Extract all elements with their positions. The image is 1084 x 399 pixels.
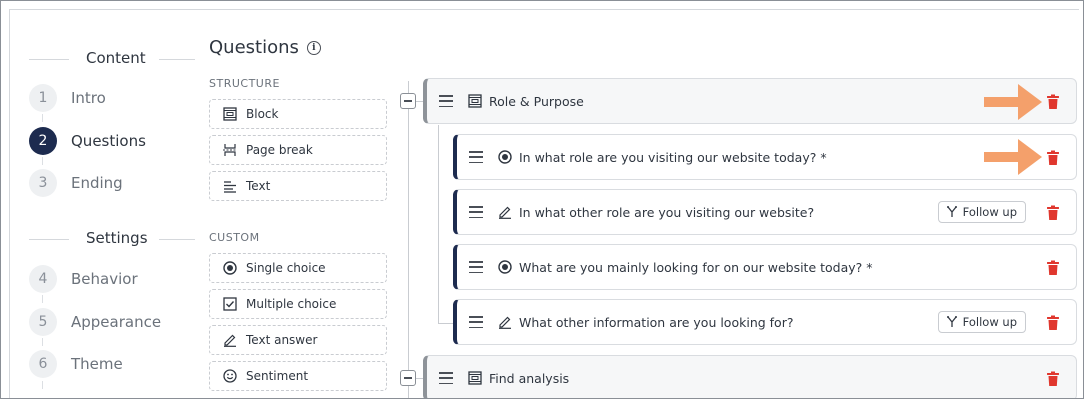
step-label: Theme — [71, 355, 123, 373]
trash-icon[interactable] — [1046, 94, 1060, 110]
step-connector — [42, 157, 43, 165]
block-icon — [222, 106, 238, 122]
drag-handle-icon[interactable] — [469, 206, 483, 218]
step-label: Appearance — [71, 313, 162, 331]
question-row[interactable]: What other information are you looking f… — [453, 299, 1077, 345]
step-number: 2 — [29, 127, 57, 155]
step-number: 3 — [29, 169, 57, 197]
palette-item-label: Multiple choice — [246, 297, 337, 311]
settings-section-heading: Settings — [29, 229, 195, 249]
palette-text[interactable]: Text — [209, 171, 387, 201]
palette-item-label: Text answer — [246, 333, 318, 347]
tree-line-vertical — [408, 81, 409, 398]
checkbox-icon — [222, 296, 238, 312]
drag-handle-icon[interactable] — [469, 261, 483, 273]
step-intro[interactable]: 1 Intro — [29, 84, 106, 112]
drag-handle-icon[interactable] — [439, 95, 453, 107]
drag-handle-icon[interactable] — [469, 151, 483, 163]
palette-item-label: Single choice — [246, 261, 326, 275]
palette-page-break[interactable]: Page break — [209, 135, 387, 165]
drag-handle-icon[interactable] — [469, 316, 483, 328]
pencil-icon — [497, 314, 513, 330]
branch-icon — [946, 206, 957, 218]
step-label: Intro — [71, 89, 106, 107]
follow-up-label: Follow up — [962, 205, 1017, 219]
branch-icon — [946, 316, 957, 328]
step-label: Behavior — [71, 270, 138, 288]
follow-up-button[interactable]: Follow up — [937, 201, 1026, 223]
collapse-toggle[interactable] — [400, 370, 416, 386]
trash-icon[interactable] — [1046, 150, 1060, 166]
radio-icon — [497, 259, 513, 275]
text-lines-icon — [222, 178, 238, 194]
trash-icon[interactable] — [1046, 205, 1060, 221]
page-title: Questions i — [209, 37, 321, 58]
smiley-icon — [222, 368, 238, 384]
question-title: In what role are you visiting our websit… — [519, 149, 827, 165]
app-window: Content 1 Intro 2 Questions 3 Ending Set… — [0, 0, 1084, 399]
step-number: 6 — [29, 350, 57, 378]
palette-multiple-choice[interactable]: Multiple choice — [209, 289, 387, 319]
palette-item-label: Text — [246, 179, 271, 193]
step-connector — [42, 114, 43, 122]
step-number: 5 — [29, 308, 57, 336]
question-row[interactable]: In what role are you visiting our websit… — [453, 134, 1077, 180]
palette-item-label: Sentiment — [246, 369, 309, 383]
content-section-heading: Content — [29, 49, 195, 69]
drag-handle-icon[interactable] — [439, 372, 453, 384]
palette-single-choice[interactable]: Single choice — [209, 253, 387, 283]
trash-icon[interactable] — [1046, 260, 1060, 276]
question-title: What are you mainly looking for on our w… — [519, 259, 873, 275]
tree-line-child-vertical — [438, 125, 439, 323]
question-title: What other information are you looking f… — [519, 314, 794, 330]
panel-border-left — [9, 9, 10, 398]
step-number: 1 — [29, 84, 57, 112]
question-title: In what other role are you visiting our … — [519, 204, 815, 220]
follow-up-button[interactable]: Follow up — [937, 311, 1026, 333]
palette-item-label: Block — [246, 107, 279, 121]
block-row[interactable]: Role & Purpose — [423, 78, 1077, 124]
panel-border-top — [9, 9, 1079, 10]
step-label: Ending — [71, 174, 123, 192]
pencil-icon — [222, 332, 238, 348]
info-icon[interactable]: i — [306, 40, 321, 55]
step-appearance[interactable]: 5 Appearance — [29, 308, 161, 336]
page-break-icon — [222, 142, 238, 158]
custom-label: CUSTOM — [209, 231, 260, 244]
trash-icon[interactable] — [1046, 315, 1060, 331]
collapse-toggle[interactable] — [400, 93, 416, 109]
block-icon — [467, 370, 483, 386]
block-title: Find analysis — [489, 370, 570, 386]
step-number: 4 — [29, 265, 57, 293]
step-connector — [42, 295, 43, 303]
page-title-text: Questions — [209, 37, 299, 58]
follow-up-label: Follow up — [962, 315, 1017, 329]
trash-icon[interactable] — [1046, 371, 1060, 387]
step-behavior[interactable]: 4 Behavior — [29, 265, 138, 293]
structure-label: STRUCTURE — [209, 77, 280, 90]
block-title: Role & Purpose — [489, 93, 584, 109]
radio-icon — [497, 149, 513, 165]
step-ending[interactable]: 3 Ending — [29, 169, 123, 197]
palette-item-label: Page break — [246, 143, 313, 157]
step-theme[interactable]: 6 Theme — [29, 350, 123, 378]
question-row[interactable]: In what other role are you visiting our … — [453, 189, 1077, 235]
step-connector — [42, 381, 43, 389]
palette-sentiment[interactable]: Sentiment — [209, 361, 387, 391]
pencil-icon — [497, 204, 513, 220]
palette-text-answer[interactable]: Text answer — [209, 325, 387, 355]
palette-block[interactable]: Block — [209, 99, 387, 129]
block-row[interactable]: Find analysis — [423, 355, 1077, 398]
annotation-arrow — [984, 84, 1042, 120]
tree-line-child-branch — [438, 323, 454, 324]
annotation-arrow — [984, 139, 1042, 175]
step-connector — [42, 338, 43, 346]
question-row[interactable]: What are you mainly looking for on our w… — [453, 244, 1077, 290]
step-questions[interactable]: 2 Questions — [29, 127, 146, 155]
step-label: Questions — [71, 132, 146, 150]
block-icon — [467, 93, 483, 109]
radio-icon — [222, 260, 238, 276]
